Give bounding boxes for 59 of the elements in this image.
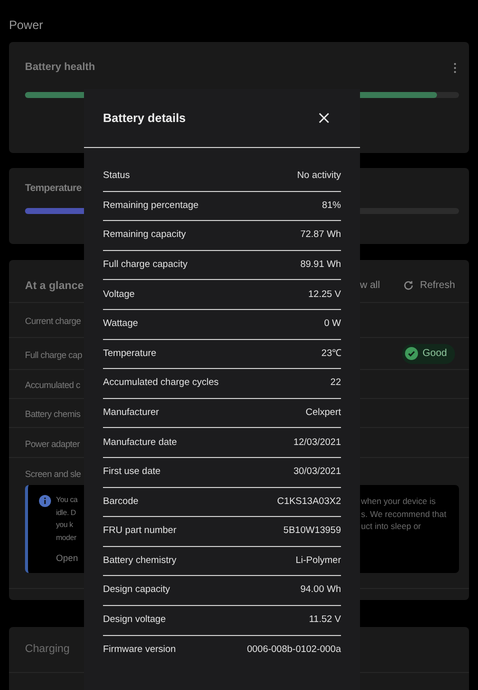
more-options-icon[interactable]: [453, 63, 457, 73]
detail-label: FRU part number: [103, 524, 176, 538]
detail-value: 22: [330, 376, 341, 390]
detail-value: 5B10W13959: [283, 524, 341, 538]
row-label: Battery chemis: [25, 409, 80, 419]
detail-label: Remaining percentage: [103, 198, 199, 213]
refresh-icon: [402, 280, 414, 290]
card-title: At a glance: [25, 280, 84, 292]
detail-label: Voltage: [103, 288, 135, 302]
detail-label: Status: [103, 169, 130, 184]
detail-value: No activity: [297, 169, 341, 184]
detail-value: C1KS13A03X2: [277, 494, 341, 509]
detail-label: Firmware version: [103, 643, 176, 658]
detail-label: Battery chemistry: [103, 554, 176, 568]
detail-value: 11.52 V: [308, 613, 341, 628]
row-label: Screen and sle: [25, 469, 81, 479]
detail-label: Remaining capacity: [103, 228, 186, 242]
card-title: Battery health: [25, 60, 96, 76]
detail-label: Accumulated charge cycles: [103, 376, 219, 390]
detail-value: 30/03/2021: [293, 465, 341, 480]
info-icon: [39, 495, 51, 507]
detail-value: Celxpert: [306, 406, 341, 420]
detail-label: Wattage: [103, 317, 138, 332]
detail-value: 12.25 V: [308, 288, 341, 302]
close-icon: [318, 112, 330, 124]
detail-value: 23℃: [321, 346, 341, 361]
detail-label: Full charge capacity: [103, 258, 188, 272]
row-label: Power adapter: [25, 438, 80, 448]
close-button[interactable]: [318, 112, 330, 124]
detail-value: 89.91 Wh: [300, 258, 341, 272]
dialog-title: Battery details: [103, 110, 186, 127]
row-label: Current charge: [25, 316, 81, 326]
refresh-button[interactable]: Refresh: [402, 278, 455, 292]
info-text: uct into sleep or: [361, 520, 422, 532]
detail-value: 0006-008b-0102-000a: [246, 643, 341, 658]
info-text: s. We recommend that: [361, 508, 446, 520]
open-link[interactable]: Open: [56, 552, 78, 566]
detail-value: 81%: [322, 198, 341, 213]
detail-value: Li-Polymer: [296, 554, 341, 568]
card-title: Temperature: [25, 182, 82, 196]
detail-value: 94.00 Wh: [300, 583, 341, 598]
detail-label: Design capacity: [103, 583, 170, 598]
page-title: Power: [8, 17, 44, 34]
row-label: Accumulated c: [25, 380, 80, 390]
detail-label: First use date: [103, 465, 161, 480]
status-badge: Good: [402, 344, 455, 364]
detail-value: 72.87 Wh: [300, 228, 341, 242]
info-text: when your device is: [361, 495, 437, 508]
detail-label: Manufacturer: [103, 406, 159, 420]
detail-label: Manufacture date: [103, 436, 177, 450]
detail-label: Barcode: [103, 494, 138, 509]
card-title: Charging: [25, 642, 70, 658]
check-circle-icon: [404, 347, 418, 360]
view-all-link[interactable]: w all: [360, 278, 380, 292]
detail-value: 12/03/2021: [293, 436, 341, 450]
row-label: Full charge cap: [25, 350, 82, 360]
detail-label: Temperature: [103, 346, 156, 361]
detail-label: Design voltage: [103, 613, 166, 628]
detail-value: 0 W: [324, 317, 341, 332]
